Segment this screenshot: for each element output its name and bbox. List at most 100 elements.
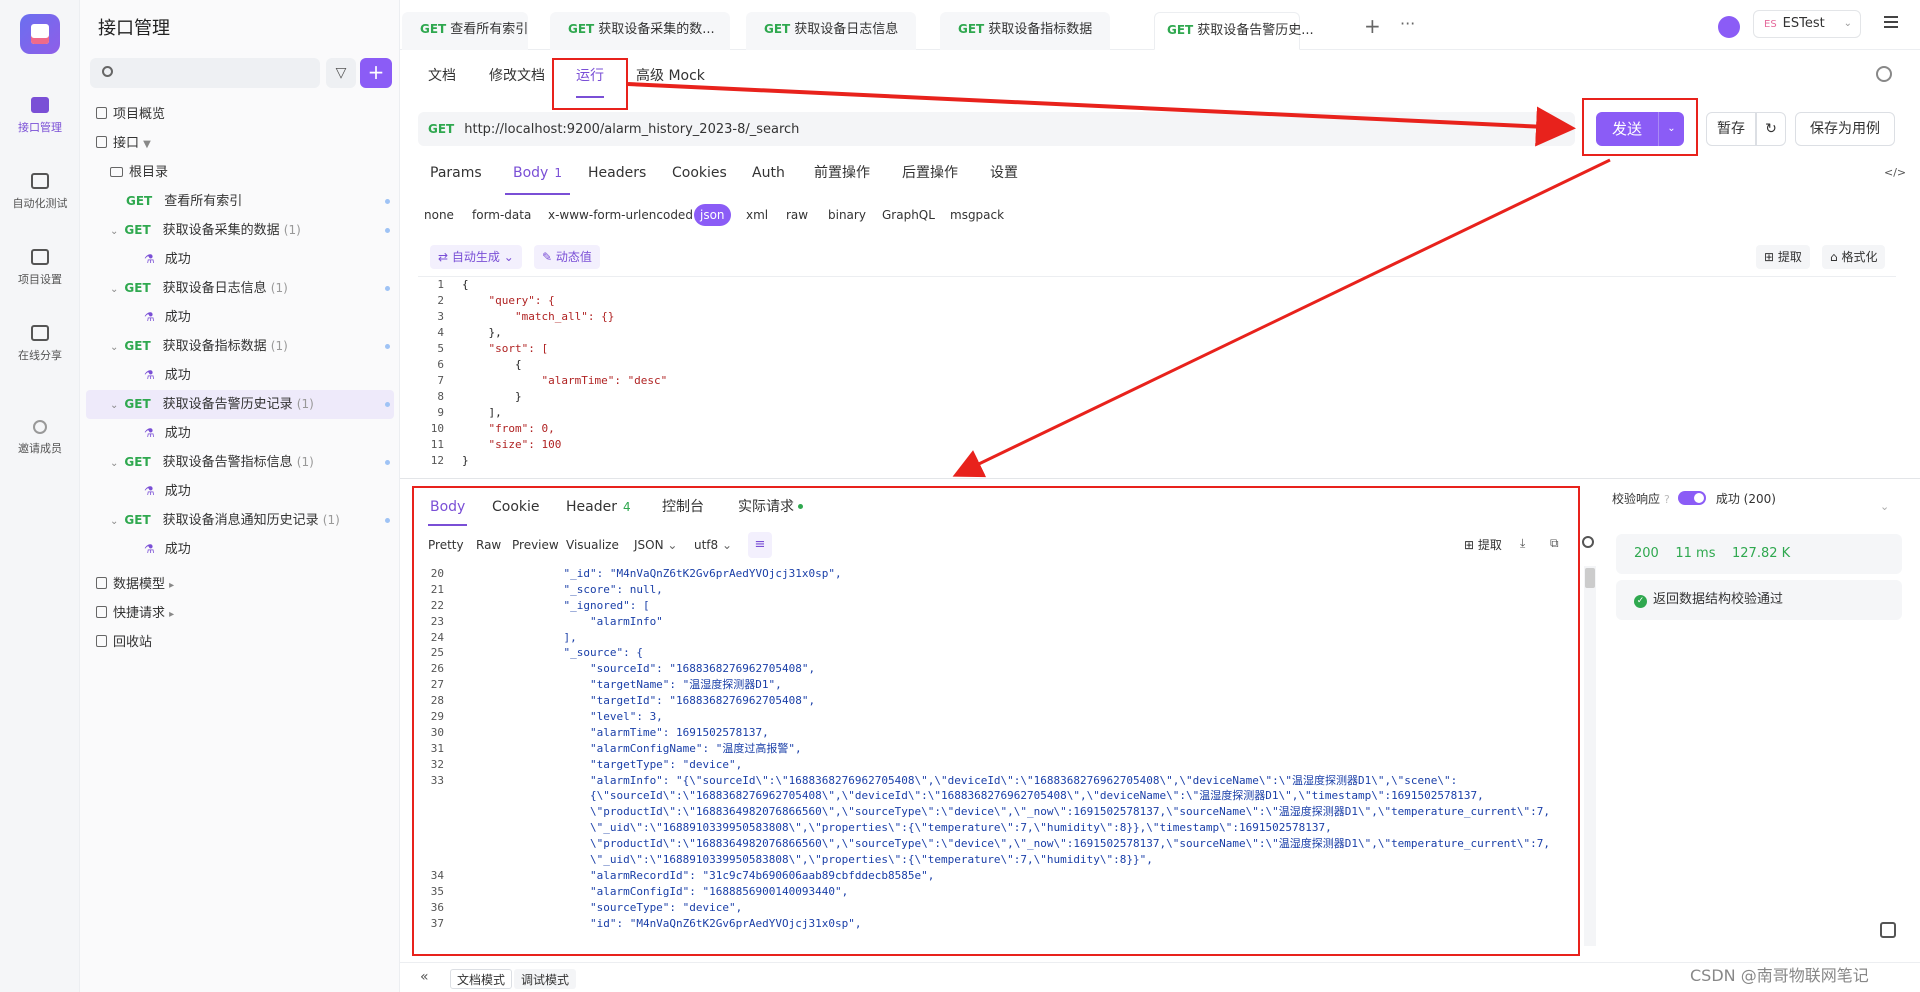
tab-label: 获取设备日志信息 [794,22,899,37]
save-temp-button[interactable]: 暂存 [1706,112,1756,146]
body-type-raw[interactable]: raw [786,204,808,226]
case-name: 成功 [164,484,191,499]
body-type-json[interactable]: json [694,204,731,226]
sync-icon[interactable] [1718,16,1740,38]
method-badge: GET [568,22,595,36]
body-type-urlencoded[interactable]: x-www-form-urlencoded [548,204,693,226]
doc-mode-button[interactable]: 文档模式 [450,969,513,989]
scrollbar[interactable] [1584,566,1596,946]
tree-case-item[interactable]: ⚗ 成功 [80,419,400,448]
dynamic-value-button[interactable]: ✎ 动态值 [534,245,600,269]
req-tab-cookies[interactable]: Cookies [672,155,727,195]
api-name: 获取设备采集的数据 [162,223,280,238]
environment-select[interactable]: ES ESTest ⌄ [1753,10,1861,38]
tree-item-data-model[interactable]: 数据模型 ▸ [80,570,400,599]
menu-icon[interactable] [1884,16,1898,28]
tab-item-active[interactable]: GET 获取设备告警历史... [1154,12,1314,50]
search-icon[interactable] [1582,536,1594,548]
body-type-graphql[interactable]: GraphQL [882,204,935,226]
tab-item[interactable]: GET 获取设备日志信息 [746,12,916,50]
tree-label: 根目录 [129,165,169,180]
tree-case-item[interactable]: ⚗ 成功 [80,477,400,506]
rail-api-management[interactable]: 接口管理 [0,78,80,154]
body-type-msgpack[interactable]: msgpack [950,204,1004,226]
tree-api-item[interactable]: ⌄ GET 获取设备日志信息 (1) [80,274,400,303]
req-tab-auth[interactable]: Auth [752,155,785,195]
refresh-icon[interactable]: ↻ [1756,112,1786,146]
rail-invite[interactable]: 邀请成员 [0,400,80,476]
code-line: 10 "from": 0, [430,422,555,435]
overview-icon [96,107,107,119]
tab-item[interactable]: GET 获取设备指标数据 [940,12,1110,50]
tab-label: Headers [588,165,647,181]
code-icon[interactable]: </> [1884,155,1906,195]
request-body-editor[interactable]: 1{ 2 "query": { 3 "match_all": {} 4 }, 5… [418,276,1896,472]
subtab-doc[interactable]: 文档 [428,54,456,98]
collapse-icon[interactable]: « [420,969,429,985]
rail-online-share[interactable]: 在线分享 [0,306,80,382]
case-icon: ⚗ [144,426,155,440]
tree-item-quick-request[interactable]: 快捷请求 ▸ [80,599,400,628]
api-name: 获取设备日志信息 [162,281,267,296]
case-count: (1) [270,339,288,353]
req-tab-settings[interactable]: 设置 [990,155,1018,195]
filter-button[interactable]: ▽ [326,58,356,88]
tab-item[interactable]: GET 查看所有索引 [402,12,528,50]
validate-label: 校验响应 [1612,492,1661,506]
url-bar[interactable]: GET http://localhost:9200/alarm_history_2… [418,112,1575,146]
search-input[interactable] [90,58,320,88]
tree-case-item[interactable]: ⚗ 成功 [80,303,400,332]
env-badge: ES [1764,19,1777,30]
status-dot [385,460,390,465]
req-tab-body[interactable]: Body 1 [505,155,570,195]
validate-result-select[interactable]: 成功 (200) [1716,492,1776,506]
tree-api-item[interactable]: ⌄ GET 获取设备消息通知历史记录 (1) [80,506,400,535]
chip-label: 自动生成 [451,250,500,264]
tree-item-recycle[interactable]: 回收站 [80,628,400,657]
tree-api-item[interactable]: ⌄ GET 获取设备指标数据 (1) [80,332,400,361]
code-line: 1{ [437,278,469,291]
splitter[interactable] [400,478,1920,479]
tab-item[interactable]: GET 获取设备采集的数... [550,12,730,50]
trash-icon [96,635,107,647]
format-button[interactable]: ⌂ 格式化 [1822,245,1886,269]
body-type-binary[interactable]: binary [828,204,866,226]
tree-api-item[interactable]: ⌄ GET 获取设备采集的数据 (1) [80,216,400,245]
tree-api-item[interactable]: GET 查看所有索引 [80,187,400,216]
method-select[interactable]: GET [428,122,454,136]
body-type-none[interactable]: none [424,204,454,226]
tree-case-item[interactable]: ⚗ 成功 [80,535,400,564]
layout-icon[interactable] [1880,922,1896,938]
save-case-button[interactable]: 保存为用例 [1795,112,1895,146]
highlight-box [552,58,628,110]
tree-item-root-dir[interactable]: 根目录 [80,158,400,187]
extract-button[interactable]: ⊞ 提取 [1756,245,1810,269]
scrollbar-thumb[interactable] [1585,568,1595,588]
rail-project-settings[interactable]: 项目设置 [0,230,80,306]
tree-case-item[interactable]: ⚗ 成功 [80,245,400,274]
req-tab-params[interactable]: Params [430,155,482,195]
new-tab-icon[interactable]: + [1364,14,1381,38]
req-tab-pre[interactable]: 前置操作 [814,155,870,195]
req-tab-post[interactable]: 后置操作 [902,155,958,195]
body-type-xml[interactable]: xml [746,204,768,226]
clock-icon[interactable] [1876,66,1892,82]
more-icon[interactable]: ··· [1400,14,1415,33]
url-input[interactable]: http://localhost:9200/alarm_history_2023… [464,122,799,137]
tree-item-overview[interactable]: 项目概览 [80,100,400,129]
add-button[interactable]: + [360,58,392,88]
rail-auto-test[interactable]: 自动化测试 [0,154,80,230]
tree-item-api-root[interactable]: 接口 ▼ [80,129,400,158]
request-tabs: Params Body 1 Headers Cookies Auth 前置操作 后… [400,155,1906,195]
validate-toggle[interactable] [1677,491,1706,505]
req-tab-headers[interactable]: Headers [588,155,646,195]
tree-api-item-selected[interactable]: ⌄ GET 获取设备告警历史记录 (1) [86,390,394,419]
subtab-edit-doc[interactable]: 修改文档 [489,54,545,98]
debug-mode-button[interactable]: 调试模式 [514,969,577,989]
auto-generate-button[interactable]: ⇄ 自动生成 ⌄ [430,245,522,269]
chevron-down-icon[interactable]: ⌄ [1880,500,1889,513]
tree-api-item[interactable]: ⌄ GET 获取设备告警指标信息 (1) [80,448,400,477]
body-type-form-data[interactable]: form-data [472,204,531,226]
subtab-mock[interactable]: 高级 Mock [636,54,705,98]
tree-case-item[interactable]: ⚗ 成功 [80,361,400,390]
